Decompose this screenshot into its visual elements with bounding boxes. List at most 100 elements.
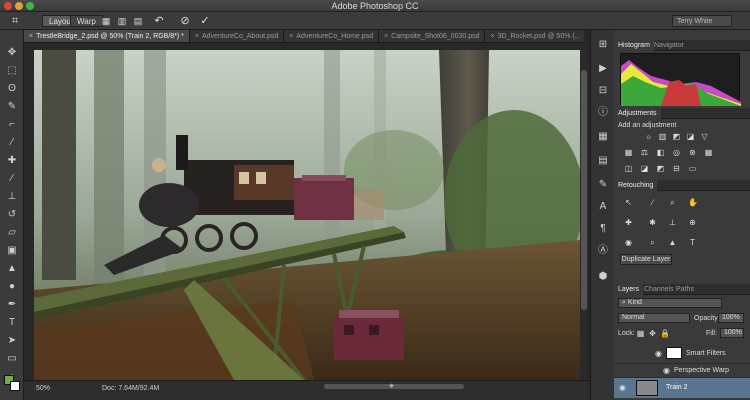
stamp-icon[interactable]: ⊥: [668, 218, 677, 227]
info-icon[interactable]: ⓘ: [596, 106, 610, 120]
swatches-icon[interactable]: ▦: [596, 130, 610, 144]
eyedropper-tool-icon[interactable]: ⁄: [5, 136, 19, 150]
tab-histogram[interactable]: Histogram: [614, 40, 654, 51]
document-size[interactable]: Doc: 7.64M/92.4M: [102, 385, 159, 392]
threshold-icon[interactable]: ◩: [656, 164, 665, 173]
brush-presets-icon[interactable]: ✎: [596, 178, 610, 192]
actions-play-icon[interactable]: ▶: [596, 62, 610, 76]
document-canvas[interactable]: [34, 50, 580, 380]
patch-icon[interactable]: ✱: [648, 218, 657, 227]
selective-color-icon[interactable]: ⊟: [672, 164, 681, 173]
marquee-tool-icon[interactable]: ⬚: [5, 64, 19, 78]
lock-pixels-icon[interactable]: ▦: [636, 329, 645, 338]
channel-mixer-icon[interactable]: ⊛: [688, 148, 697, 157]
close-tab-icon[interactable]: ×: [29, 33, 33, 40]
close-tab-icon[interactable]: ×: [289, 33, 293, 40]
libraries-icon[interactable]: ▤: [596, 154, 610, 168]
triangle-icon[interactable]: ▲: [668, 238, 677, 247]
rectangle-tool-icon[interactable]: ▭: [5, 352, 19, 366]
history-icon[interactable]: ⊞: [596, 38, 610, 52]
visibility-eye-icon[interactable]: ◉: [618, 383, 627, 392]
text-icon[interactable]: T: [688, 238, 697, 247]
tab-navigator[interactable]: Navigator: [650, 40, 688, 51]
blend-mode-select[interactable]: Normal: [618, 313, 690, 323]
warp-mode-button[interactable]: Warp: [70, 15, 103, 27]
tab-campsite[interactable]: × Campsite_Shot06_0030.psd: [379, 30, 486, 42]
content-aware-icon[interactable]: ⊕: [688, 218, 697, 227]
eye-icon[interactable]: ◉: [624, 238, 633, 247]
zoom-icon[interactable]: ⌕: [668, 198, 677, 207]
tab-retouching[interactable]: Retouching: [614, 180, 658, 191]
tab-adjustments[interactable]: Adjustments: [614, 108, 661, 119]
move-tool-icon[interactable]: ✥: [5, 46, 19, 60]
commit-checkmark-icon[interactable]: ✓: [198, 15, 212, 27]
opacity-field[interactable]: 100%: [718, 313, 744, 323]
close-tab-icon[interactable]: ×: [195, 33, 199, 40]
posterize-icon[interactable]: ◪: [640, 164, 649, 173]
layer-kind-filter[interactable]: ⌕ Kind: [618, 298, 722, 308]
color-lookup-icon[interactable]: ▦: [704, 148, 713, 157]
perspective-warp-tool-icon[interactable]: ⌗: [8, 15, 22, 27]
styles-icon[interactable]: ⬢: [596, 270, 610, 284]
visibility-eye-icon[interactable]: ◉: [654, 349, 663, 358]
hand-icon[interactable]: ✋: [688, 198, 698, 207]
paragraph-icon[interactable]: ¶: [596, 222, 610, 236]
lock-position-icon[interactable]: ✥: [648, 329, 657, 338]
levels-icon[interactable]: ▥: [658, 132, 667, 141]
exposure-icon[interactable]: ◪: [686, 132, 695, 141]
vertical-scrollbar[interactable]: [580, 50, 588, 380]
gradient-map-icon[interactable]: ▭: [688, 164, 697, 173]
tab-layers[interactable]: Layers: [614, 284, 644, 295]
properties-icon[interactable]: ⊟: [596, 84, 610, 98]
path-selection-tool-icon[interactable]: ➤: [5, 334, 19, 348]
pen-tool-icon[interactable]: ✒: [5, 298, 19, 312]
layer-row-perspective-warp[interactable]: ◉ Perspective Warp: [614, 364, 750, 378]
duplicate-layer-button[interactable]: Duplicate Layer: [620, 254, 672, 265]
brush-tool-icon[interactable]: ∕: [5, 172, 19, 186]
background-color-swatch[interactable]: [10, 381, 20, 391]
grid-vertical-icon[interactable]: ▥: [116, 15, 128, 27]
layer-row-train-2[interactable]: ◉ Train 2: [614, 378, 750, 398]
zoom-level[interactable]: 50%: [36, 385, 50, 392]
close-tab-icon[interactable]: ×: [384, 33, 388, 40]
brightness-contrast-icon[interactable]: ☼: [644, 132, 653, 141]
grid-icon[interactable]: ▦: [100, 15, 112, 27]
vibrance-icon[interactable]: ▽: [700, 132, 709, 141]
dodge-icon[interactable]: ⌕: [648, 238, 657, 247]
tab-trestlebridge[interactable]: × TrestleBridge_2.psd @ 50% (Train 2, RGB…: [24, 30, 190, 42]
invert-icon[interactable]: ◫: [624, 164, 633, 173]
color-balance-icon[interactable]: ⚖: [640, 148, 649, 157]
blur-tool-icon[interactable]: ▲: [5, 262, 19, 276]
photo-filter-icon[interactable]: ◎: [672, 148, 681, 157]
hue-saturation-icon[interactable]: ▦: [624, 148, 633, 157]
undo-icon[interactable]: ↶: [152, 15, 166, 27]
brush-icon[interactable]: ∕: [648, 198, 657, 207]
lock-all-icon[interactable]: 🔒: [660, 329, 670, 338]
glyphs-icon[interactable]: Ⓐ: [596, 244, 610, 258]
crop-tool-icon[interactable]: ⌐: [5, 118, 19, 132]
fill-field[interactable]: 100%: [720, 328, 744, 338]
cancel-icon[interactable]: ⊘: [178, 15, 192, 27]
vertical-scrollbar-thumb[interactable]: [581, 70, 587, 310]
layer-row-smart-filters[interactable]: ◉ Smart Filters: [614, 344, 750, 364]
workspace-switcher[interactable]: Terry White: [672, 15, 732, 27]
close-tab-icon[interactable]: ×: [490, 33, 494, 40]
arrow-tool-icon[interactable]: ↖: [624, 198, 633, 207]
bandage-icon[interactable]: ✚: [624, 218, 633, 227]
black-white-icon[interactable]: ◧: [656, 148, 665, 157]
dodge-tool-icon[interactable]: ●: [5, 280, 19, 294]
quick-select-tool-icon[interactable]: ✎: [5, 100, 19, 114]
tab-3d-rocket[interactable]: × 3D_Rocket.psd @ 50% (...: [485, 30, 584, 42]
visibility-eye-icon[interactable]: ◉: [662, 366, 671, 375]
curves-icon[interactable]: ◩: [672, 132, 681, 141]
gradient-tool-icon[interactable]: ▣: [5, 244, 19, 258]
character-icon[interactable]: A: [596, 200, 610, 214]
lasso-tool-icon[interactable]: ʘ: [5, 82, 19, 96]
tab-adventureco-home[interactable]: × AdventureCo_Home.psd: [284, 30, 380, 42]
healing-brush-tool-icon[interactable]: ✚: [5, 154, 19, 168]
type-tool-icon[interactable]: T: [5, 316, 19, 330]
grid-horizontal-icon[interactable]: ▤: [132, 15, 144, 27]
eraser-tool-icon[interactable]: ▱: [5, 226, 19, 240]
tab-adventureco-about[interactable]: × AdventureCo_About.psd: [189, 30, 285, 42]
history-brush-tool-icon[interactable]: ↺: [5, 208, 19, 222]
